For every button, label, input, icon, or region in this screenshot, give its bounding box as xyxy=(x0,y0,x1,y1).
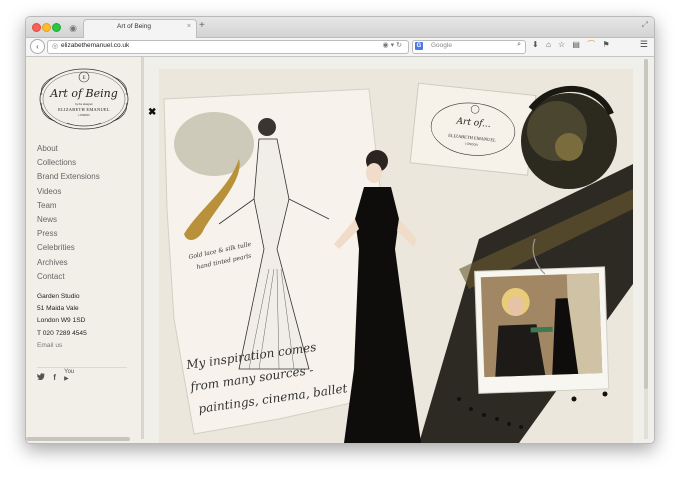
minimize-window-button[interactable] xyxy=(42,23,51,32)
tab-close-icon[interactable]: × xyxy=(187,23,191,30)
zoom-window-button[interactable] xyxy=(52,23,61,32)
pinned-tab-icon[interactable]: ◉ xyxy=(66,20,80,36)
nav-item-about[interactable]: About xyxy=(37,142,100,156)
download-icon[interactable]: ⬇ xyxy=(532,40,539,49)
nav-item-videos[interactable]: Videos xyxy=(37,185,100,199)
svg-text:E: E xyxy=(82,76,85,81)
url-bar-icons: ◉▾↻ xyxy=(383,41,405,49)
nav-item-contact[interactable]: Contact xyxy=(37,270,100,284)
youtube-icon[interactable]: You ▶ xyxy=(64,369,74,382)
sidebar-edge xyxy=(141,57,144,439)
fullscreen-icon[interactable]: ⤢ xyxy=(642,20,648,30)
nav-item-press[interactable]: Press xyxy=(37,227,100,241)
vertical-scrollbar[interactable] xyxy=(644,59,648,439)
address-line-3: London W9 1SD xyxy=(37,317,86,325)
facebook-icon[interactable]: f xyxy=(53,373,56,382)
url-bar[interactable]: ◎ elizabethemanuel.co.uk ◉▾↻ xyxy=(47,40,409,54)
logo-city: LONDON xyxy=(78,113,89,117)
rainbow-icon[interactable]: ⌒ xyxy=(587,39,595,50)
toolbar-icons: ⬇ ⌂ ☆ ▤ ⌒ ⚑ xyxy=(532,39,615,50)
browser-window: ◉ Art of Being × + ⤢ ‹ ◎ elizabethemanue… xyxy=(25,16,655,444)
bookmark-star-icon[interactable]: ☆ xyxy=(558,40,565,49)
horizontal-scrollbar[interactable] xyxy=(26,437,130,441)
search-input[interactable]: Google xyxy=(431,42,452,49)
home-icon[interactable]: ⌂ xyxy=(546,40,551,49)
tab-art-of-being[interactable]: Art of Being × xyxy=(83,19,197,38)
search-engine-badge[interactable]: G xyxy=(415,42,423,50)
social-links: f You ▶ xyxy=(37,369,80,382)
collage-hero: My inspiration comes from many sources -… xyxy=(159,69,633,443)
tab-bar: ◉ Art of Being × + ⤢ xyxy=(26,17,654,38)
clipboard-icon[interactable]: ▤ xyxy=(572,40,580,49)
address-line-2: 51 Maida Vale xyxy=(37,305,79,313)
twitter-icon[interactable] xyxy=(37,373,45,382)
sidebar: E Art of Being by the designer ELIZABETH… xyxy=(26,57,141,443)
extension-icon[interactable]: ⚑ xyxy=(602,40,609,49)
main-nav: About Collections Brand Extensions Video… xyxy=(37,142,100,284)
new-tab-button[interactable]: + xyxy=(199,20,205,31)
globe-icon: ◎ xyxy=(52,43,59,50)
nav-item-team[interactable]: Team xyxy=(37,199,100,213)
art-of-being-logo[interactable]: E Art of Being by the designer ELIZABETH… xyxy=(37,65,131,133)
reader-icon[interactable]: ◉ xyxy=(383,42,391,49)
reload-icon[interactable]: ↻ xyxy=(396,42,404,49)
close-icon[interactable]: ✖ xyxy=(148,107,156,118)
search-bar[interactable]: G Google ⌕ xyxy=(412,40,526,54)
logo-script-title: Art of Being xyxy=(49,87,118,100)
sidebar-divider xyxy=(37,367,127,368)
back-arrow-icon[interactable]: ‹ xyxy=(30,39,45,54)
menu-icon[interactable]: ☰ xyxy=(640,39,648,50)
nav-item-brand-extensions[interactable]: Brand Extensions xyxy=(37,170,100,184)
search-icon[interactable]: ⌕ xyxy=(517,41,521,49)
nav-item-celebrities[interactable]: Celebrities xyxy=(37,241,100,255)
page-content: E Art of Being by the designer ELIZABETH… xyxy=(26,57,654,443)
email-us-link[interactable]: Email us xyxy=(37,340,87,352)
nav-item-news[interactable]: News xyxy=(37,213,100,227)
tab-title: Art of Being xyxy=(117,23,151,30)
nav-item-collections[interactable]: Collections xyxy=(37,156,100,170)
nav-item-archives[interactable]: Archives xyxy=(37,256,100,270)
phone-number: T 020 7289 4545 xyxy=(37,329,87,337)
address-line-1: Garden Studio xyxy=(37,293,80,300)
studio-address: Garden Studio 51 Maida Vale London W9 1S… xyxy=(37,291,87,352)
scrollbar-thumb[interactable] xyxy=(644,59,648,389)
url-text[interactable]: elizabethemanuel.co.uk xyxy=(61,42,129,49)
logo-tagline: by the designer xyxy=(75,102,93,106)
logo-name: ELIZABETH EMANUEL xyxy=(58,107,110,112)
navigation-toolbar: ‹ ◎ elizabethemanuel.co.uk ◉▾↻ G Google … xyxy=(26,38,654,57)
close-window-button[interactable] xyxy=(32,23,41,32)
collage-artwork: My inspiration comes from many sources -… xyxy=(159,69,633,443)
